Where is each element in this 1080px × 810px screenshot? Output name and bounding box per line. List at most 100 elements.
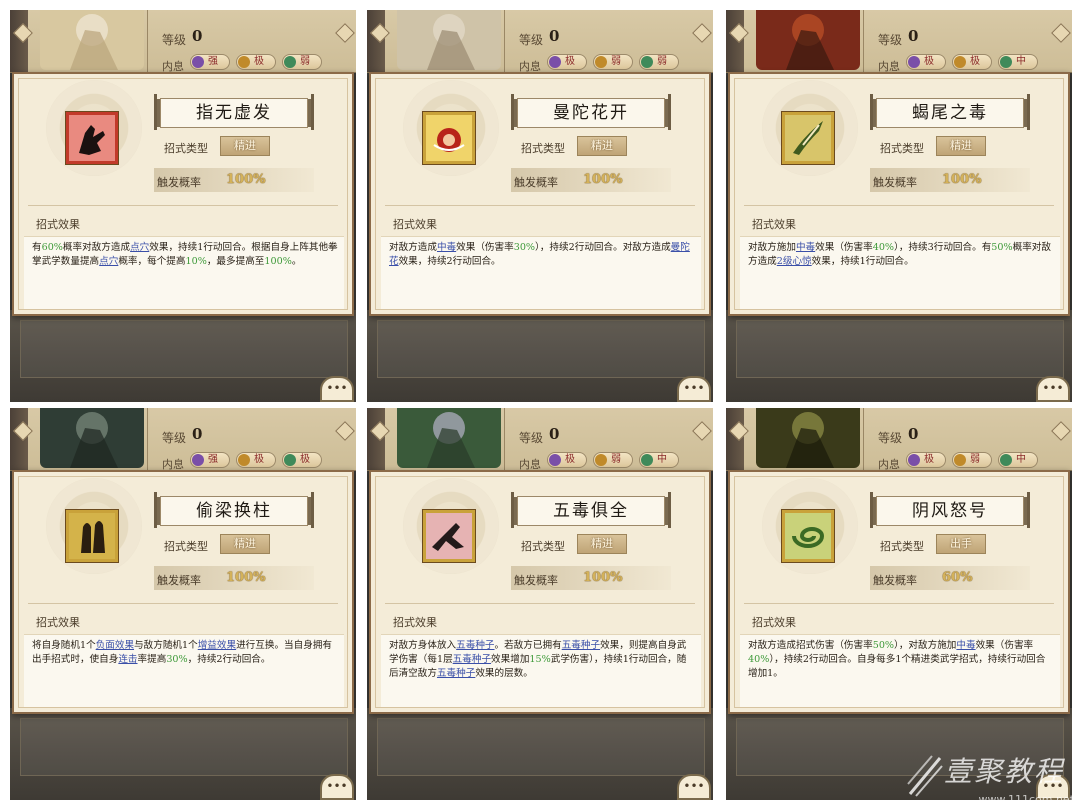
desc-segment: ），对敌方施加: [894, 640, 957, 651]
title-bracket-left: [154, 492, 157, 528]
neigong-chip: 极: [952, 54, 992, 70]
watermark-logo-icon: [906, 754, 944, 798]
character-header: 等级 0 内息 强 极 弱: [10, 10, 356, 73]
chat-bubble-icon[interactable]: •••: [677, 774, 711, 800]
chat-bubble-icon[interactable]: •••: [677, 376, 711, 402]
level-label: 等级: [519, 33, 544, 47]
desc-segment: 。: [291, 256, 302, 267]
skill-slot[interactable]: [20, 718, 348, 776]
skill-slot[interactable]: [20, 320, 348, 378]
desc-segment: 。若敌方已拥有: [494, 640, 562, 651]
leaf-icon: [641, 454, 653, 466]
title-bracket-right: [311, 492, 314, 528]
effect-section-label: 招式效果: [393, 218, 437, 231]
leaf-icon: [1000, 56, 1012, 68]
skill-list-background: •••: [367, 310, 713, 402]
effect-box: 将自身随机1个负面效果与敌方随机1个增益效果进行互换。当自身拥有出手招式时，使自…: [24, 634, 344, 707]
type-label: 招式类型: [880, 142, 924, 155]
watermark-text: 壹聚教程: [943, 755, 1064, 788]
type-label: 招式类型: [521, 540, 565, 553]
desc-segment[interactable]: 增益效果: [198, 640, 236, 651]
divider: [385, 205, 695, 206]
header-divider: [147, 10, 148, 72]
desc-segment[interactable]: 连击: [118, 654, 137, 665]
title-bracket-right: [1027, 94, 1030, 130]
chip-text: 弱: [611, 56, 621, 67]
character-portrait[interactable]: [756, 10, 860, 70]
character-portrait[interactable]: [40, 10, 144, 70]
chip-text: 极: [924, 56, 934, 67]
effect-box: 有60%概率对敌方造成点穴效果，持续1行动回合。根据自身上阵其他拳掌武学数量提高…: [24, 236, 344, 309]
type-badge: 精进: [220, 136, 270, 156]
neigong-chip: 极: [906, 452, 946, 468]
skill-detail-popup: 阴风怒号 招式类型 出手 触发概率 60% 招式效果 对敌方造成招式伤害（伤害率…: [728, 470, 1070, 714]
next-arrow-icon[interactable]: [335, 23, 355, 43]
rate-label: 触发概率: [157, 176, 201, 189]
skill-detail-popup: 五毒俱全 招式类型 精进 触发概率 100% 招式效果 对敌方身体放入五毒种子。…: [369, 470, 711, 714]
character-portrait[interactable]: [397, 10, 501, 70]
desc-segment[interactable]: 中毒: [796, 242, 815, 253]
effect-box: 对敌方身体放入五毒种子。若敌方已拥有五毒种子效果，则提高自身武学伤害（每1层五毒…: [381, 634, 701, 707]
divider: [28, 205, 338, 206]
effect-description: 将自身随机1个负面效果与敌方随机1个增益效果进行互换。当自身拥有出手招式时，使自…: [32, 639, 338, 667]
effect-section-label: 招式效果: [36, 616, 80, 629]
desc-segment[interactable]: 点穴: [99, 256, 118, 267]
desc-segment: 50%: [872, 640, 895, 651]
level-value: 0: [549, 27, 560, 45]
green-whirlwind-icon: [782, 510, 834, 562]
hand-gesture-icon: [66, 112, 118, 164]
desc-segment[interactable]: 负面效果: [96, 640, 134, 651]
skill-slot[interactable]: [736, 320, 1064, 378]
skill-panel-3: 等级 0 内息 极 极 中 ••• 蝎尾之毒 招式类型 精进 触发概率 100%…: [726, 10, 1072, 402]
skill-title: 五毒俱全: [517, 496, 665, 526]
rate-label: 触发概率: [157, 574, 201, 587]
effect-description: 有60%概率对敌方造成点穴效果，持续1行动回合。根据自身上阵其他拳掌武学数量提高…: [32, 241, 338, 269]
next-arrow-icon[interactable]: [335, 421, 355, 441]
next-arrow-icon[interactable]: [692, 421, 712, 441]
desc-segment: 对敌方造成: [389, 242, 437, 253]
desc-segment: 效果的层数。: [475, 668, 533, 679]
type-badge: 精进: [577, 534, 627, 554]
neigong-chip: 极: [282, 452, 322, 468]
chip-text: 强: [208, 56, 218, 67]
skill-title: 蝎尾之毒: [876, 98, 1024, 128]
desc-segment[interactable]: 五毒种子: [456, 640, 494, 651]
rate-label: 触发概率: [873, 176, 917, 189]
yin-yang-icon: [192, 454, 204, 466]
chip-text: 弱: [970, 454, 980, 465]
desc-segment[interactable]: 五毒种子: [562, 640, 600, 651]
desc-segment[interactable]: 中毒: [956, 640, 975, 651]
chat-bubble-icon[interactable]: •••: [1036, 376, 1070, 402]
neigong-chip: 强: [190, 54, 230, 70]
character-portrait[interactable]: [397, 408, 501, 468]
skill-slot[interactable]: [377, 320, 705, 378]
rate-value: 60%: [942, 570, 973, 585]
character-portrait[interactable]: [756, 408, 860, 468]
leaf-icon: [1000, 454, 1012, 466]
skill-slot[interactable]: [377, 718, 705, 776]
skill-list-background: •••: [726, 310, 1072, 402]
chip-text: 弱: [657, 56, 667, 67]
desc-segment: 率提高: [137, 654, 167, 665]
effect-description: 对敌方身体放入五毒种子。若敌方已拥有五毒种子效果，则提高自身武学伤害（每1层五毒…: [389, 639, 695, 681]
level-value: 0: [908, 425, 919, 443]
character-portrait[interactable]: [40, 408, 144, 468]
desc-segment[interactable]: 2级心惊: [777, 256, 812, 267]
chat-bubble-icon[interactable]: •••: [320, 774, 354, 800]
next-arrow-icon[interactable]: [1051, 421, 1071, 441]
effect-section-label: 招式效果: [393, 616, 437, 629]
desc-segment[interactable]: 五毒种子: [453, 654, 491, 665]
desc-segment: 有: [32, 242, 42, 253]
desc-segment: 效果（伤害率: [815, 242, 873, 253]
next-arrow-icon[interactable]: [1051, 23, 1071, 43]
chat-bubble-icon[interactable]: •••: [320, 376, 354, 402]
next-arrow-icon[interactable]: [692, 23, 712, 43]
desc-segment[interactable]: 点穴: [130, 242, 149, 253]
desc-segment: 对敌方身体放入: [389, 640, 457, 651]
desc-segment: 效果，持续1行动回合。: [811, 256, 914, 267]
neigong-chip: 极: [906, 54, 946, 70]
header-divider: [504, 10, 505, 72]
desc-segment[interactable]: 中毒: [437, 242, 456, 253]
side-shadow: [367, 10, 385, 72]
desc-segment[interactable]: 五毒种子: [437, 668, 475, 679]
